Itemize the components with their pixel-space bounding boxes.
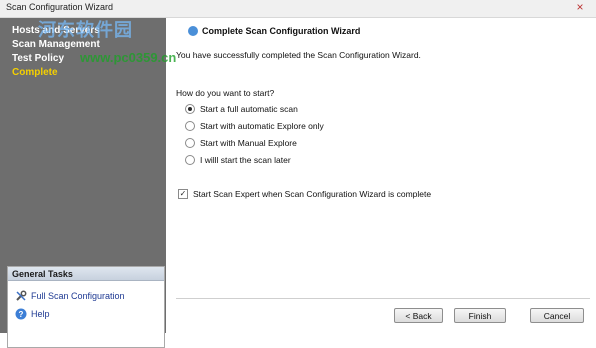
help-icon: ? — [15, 308, 27, 320]
radio-full-automatic-scan[interactable] — [185, 104, 195, 114]
radio-start-later[interactable] — [185, 155, 195, 165]
option-label: I willl start the scan later — [200, 155, 291, 165]
page-title: Complete Scan Configuration Wizard — [188, 26, 360, 36]
watermark-text: 河东软件园 — [38, 20, 133, 40]
option-automatic-explore[interactable]: Start with automatic Explore only — [185, 121, 324, 131]
radio-automatic-explore[interactable] — [185, 121, 195, 131]
start-question: How do you want to start? — [176, 88, 275, 98]
scan-expert-checkbox[interactable]: ✓ — [178, 189, 188, 199]
completion-message: You have successfully completed the Scan… — [176, 50, 421, 60]
wizard-content: Complete Scan Configuration Wizard You h… — [170, 18, 596, 333]
back-button[interactable]: < Back — [394, 308, 443, 323]
cancel-button[interactable]: Cancel — [530, 308, 584, 323]
option-manual-explore[interactable]: Start with Manual Explore — [185, 138, 297, 148]
watermark-url: www.pc0359.cn — [80, 50, 177, 65]
close-icon[interactable]: × — [572, 0, 588, 14]
help-link[interactable]: ? Help — [15, 308, 50, 320]
option-label: Start with Manual Explore — [200, 138, 297, 148]
option-label: Start with automatic Explore only — [200, 121, 324, 131]
full-scan-configuration-label: Full Scan Configuration — [31, 291, 125, 301]
radio-manual-explore[interactable] — [185, 138, 195, 148]
footer-divider — [176, 298, 590, 299]
help-label: Help — [31, 309, 50, 319]
step-complete: Complete — [12, 67, 58, 78]
full-scan-configuration-link[interactable]: Full Scan Configuration — [15, 290, 125, 302]
finish-button[interactable]: Finish — [454, 308, 506, 323]
scan-expert-label: Start Scan Expert when Scan Configuratio… — [193, 189, 432, 199]
option-start-later[interactable]: I willl start the scan later — [185, 155, 291, 165]
wizard-icon — [188, 26, 198, 36]
general-tasks-header: General Tasks — [8, 267, 164, 281]
wrench-icon — [15, 290, 27, 302]
option-label: Start a full automatic scan — [200, 104, 298, 114]
general-tasks-panel: General Tasks Full Scan Configuration ? … — [7, 266, 165, 348]
option-full-automatic-scan[interactable]: Start a full automatic scan — [185, 104, 298, 114]
wizard-sidebar: Hosts and Servers Scan Management Test P… — [0, 18, 166, 348]
svg-text:?: ? — [19, 310, 24, 319]
scan-expert-option[interactable]: ✓ Start Scan Expert when Scan Configurat… — [178, 189, 431, 199]
window-title: Scan Configuration Wizard — [6, 2, 114, 12]
page-title-text: Complete Scan Configuration Wizard — [202, 26, 361, 36]
